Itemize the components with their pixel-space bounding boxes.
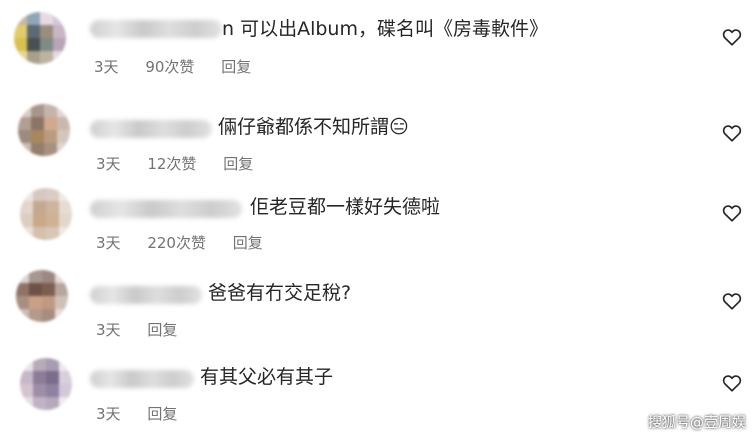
comment-text: 佢老豆都一樣好失德啦 bbox=[250, 196, 441, 218]
comment-meta: 3天 90次赞 回复 bbox=[94, 57, 273, 77]
comment-time: 3天 bbox=[96, 405, 121, 423]
comment-item: 爸爸有冇交足稅? 3天 回复 bbox=[0, 264, 756, 344]
reply-button[interactable]: 回复 bbox=[147, 404, 177, 424]
comment-meta: 3天 220次赞 回复 bbox=[96, 233, 285, 253]
comment-meta: 3天 回复 bbox=[96, 320, 199, 340]
like-count[interactable]: 90次赞 bbox=[145, 57, 194, 77]
heart-outline-icon[interactable] bbox=[722, 124, 742, 142]
comment-text: 有其父必有其子 bbox=[200, 366, 334, 388]
comment-meta: 3天 回复 bbox=[96, 404, 199, 424]
like-count[interactable]: 12次赞 bbox=[147, 154, 196, 174]
username-blurred[interactable] bbox=[90, 20, 222, 38]
like-count[interactable]: 220次赞 bbox=[147, 233, 206, 253]
comment-time: 3天 bbox=[96, 155, 121, 173]
heart-outline-icon[interactable] bbox=[722, 28, 742, 46]
comment-item: 倆仔爺都係不知所謂😑 3天 12次赞 回复 bbox=[0, 98, 756, 178]
reply-button[interactable]: 回复 bbox=[147, 320, 177, 340]
heart-outline-icon[interactable] bbox=[722, 292, 742, 310]
avatar[interactable] bbox=[20, 188, 72, 240]
comment-meta: 3天 12次赞 回复 bbox=[96, 154, 275, 174]
avatar[interactable] bbox=[18, 104, 70, 156]
reply-button[interactable]: 回复 bbox=[233, 233, 263, 253]
username-blurred[interactable] bbox=[90, 370, 194, 388]
username-blurred[interactable] bbox=[90, 120, 212, 138]
username-blurred[interactable] bbox=[90, 200, 242, 218]
comment-text: 爸爸有冇交足稅? bbox=[208, 282, 352, 304]
comment-time: 3天 bbox=[96, 321, 121, 339]
reply-button[interactable]: 回复 bbox=[221, 57, 251, 77]
comment-text: n 可以出Album，碟名叫《房毒軟件》 bbox=[222, 18, 548, 40]
avatar[interactable] bbox=[14, 12, 66, 64]
comment-time: 3天 bbox=[96, 234, 121, 252]
comment-item: 有其父必有其子 3天 回复 bbox=[0, 350, 756, 430]
comment-item: n 可以出Album，碟名叫《房毒軟件》 3天 90次赞 回复 bbox=[0, 6, 756, 86]
comment-text: 倆仔爺都係不知所謂😑 bbox=[218, 116, 409, 138]
heart-outline-icon[interactable] bbox=[722, 204, 742, 222]
comment-item: 佢老豆都一樣好失德啦 3天 220次赞 回复 bbox=[0, 180, 756, 260]
avatar[interactable] bbox=[20, 358, 72, 410]
comment-list: n 可以出Album，碟名叫《房毒軟件》 3天 90次赞 回复 倆仔爺都係不知所… bbox=[0, 0, 756, 440]
heart-outline-icon[interactable] bbox=[722, 374, 742, 392]
avatar[interactable] bbox=[16, 270, 68, 322]
reply-button[interactable]: 回复 bbox=[223, 154, 253, 174]
username-blurred[interactable] bbox=[90, 286, 202, 304]
comment-time: 3天 bbox=[94, 58, 119, 76]
watermark: 搜狐号@壹周娱 bbox=[648, 415, 746, 431]
